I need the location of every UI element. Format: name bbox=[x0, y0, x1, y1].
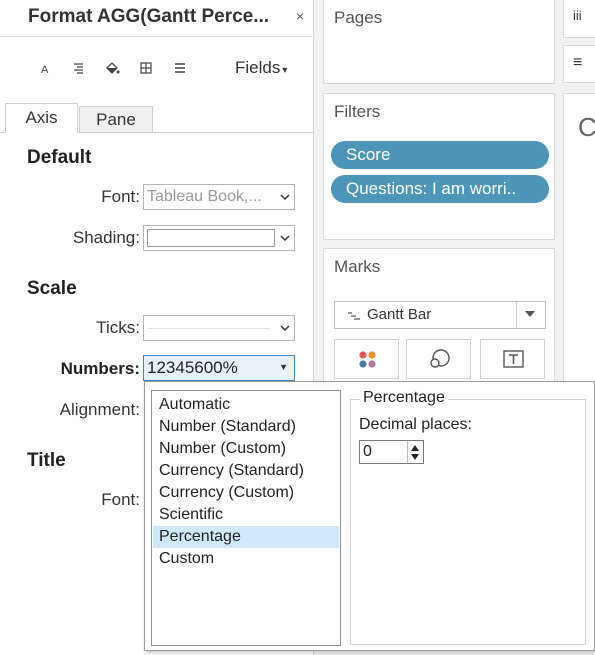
ticks-label: Ticks: bbox=[96, 318, 140, 337]
mark-type-value: Gantt Bar bbox=[367, 306, 432, 323]
default-heading: Default bbox=[27, 147, 92, 168]
title-font-label: Font: bbox=[101, 490, 140, 509]
scale-heading: Scale bbox=[27, 278, 77, 299]
decimal-places-label: Decimal places: bbox=[359, 416, 472, 433]
list-item[interactable]: Custom bbox=[153, 548, 339, 570]
canvas-text: C bbox=[578, 112, 595, 142]
list-item[interactable]: Number (Standard) bbox=[153, 416, 339, 438]
default-font-dropdown[interactable]: Tableau Book,... bbox=[143, 184, 295, 210]
format-pane-title: Format AGG(Gantt Perce... bbox=[28, 6, 270, 27]
arrow-down-icon[interactable] bbox=[411, 454, 419, 460]
percentage-options-group: Percentage Decimal places: 0 bbox=[350, 389, 586, 645]
color-button[interactable] bbox=[334, 339, 399, 379]
shading-format-icon[interactable] bbox=[104, 60, 120, 76]
list-item[interactable]: Automatic bbox=[153, 394, 339, 416]
default-font-value: Tableau Book,... bbox=[147, 188, 262, 205]
arrow-up-icon[interactable] bbox=[411, 445, 419, 451]
shading-label: Shading: bbox=[72, 228, 140, 247]
chevron-down-icon bbox=[280, 235, 290, 242]
tab-axis[interactable]: Axis bbox=[5, 103, 78, 133]
tab-pane[interactable]: Pane bbox=[79, 106, 153, 133]
caret-down-icon: ▼ bbox=[279, 362, 288, 372]
label-icon bbox=[503, 350, 524, 368]
list-item[interactable]: Currency (Custom) bbox=[153, 482, 339, 504]
fields-label: Fields bbox=[235, 58, 281, 77]
group-title: Percentage bbox=[360, 389, 448, 407]
color-icon bbox=[359, 351, 376, 368]
font-format-icon[interactable]: A bbox=[37, 60, 53, 76]
list-item[interactable]: Scientific bbox=[153, 504, 339, 526]
alignment-format-icon[interactable] bbox=[70, 60, 86, 76]
marks-card: Marks Gantt Bar bbox=[323, 248, 555, 398]
caret-down-icon bbox=[525, 311, 535, 317]
pages-title: Pages bbox=[334, 8, 383, 27]
numbers-label: Numbers: bbox=[60, 359, 140, 378]
lines-format-icon[interactable] bbox=[172, 60, 188, 76]
numbers-dropdown[interactable]: 12345600% ▼ bbox=[143, 355, 295, 381]
rows-shelf[interactable]: ≡ bbox=[563, 45, 595, 83]
filters-shelf[interactable]: Filters Score Questions: I am worri.. bbox=[323, 93, 555, 240]
numbers-value: 12345600% bbox=[147, 358, 238, 377]
stepper-buttons[interactable] bbox=[407, 441, 423, 463]
marks-title: Marks bbox=[334, 257, 381, 276]
chevron-down-icon bbox=[280, 325, 290, 332]
list-item[interactable]: Currency (Standard) bbox=[153, 460, 339, 482]
list-item-selected[interactable]: Percentage bbox=[153, 526, 339, 548]
ticks-line-preview bbox=[148, 328, 270, 329]
decimal-places-value: 0 bbox=[363, 443, 372, 460]
list-item[interactable]: Number (Custom) bbox=[153, 438, 339, 460]
close-icon[interactable]: × bbox=[296, 8, 304, 24]
mark-type-dropdown[interactable]: Gantt Bar bbox=[334, 301, 546, 329]
title-heading: Title bbox=[27, 450, 66, 471]
chevron-down-icon bbox=[280, 194, 290, 201]
gantt-bar-icon bbox=[348, 312, 360, 320]
format-type-list[interactable]: Automatic Number (Standard) Number (Cust… bbox=[151, 390, 341, 646]
alignment-label: Alignment: bbox=[59, 400, 140, 419]
shading-swatch bbox=[147, 229, 275, 247]
caret-down-icon: ▾ bbox=[282, 65, 288, 76]
title-divider bbox=[0, 36, 314, 37]
filter-pill[interactable]: Score bbox=[331, 141, 549, 169]
ticks-dropdown[interactable] bbox=[143, 315, 295, 341]
filter-pill[interactable]: Questions: I am worri.. bbox=[331, 175, 549, 203]
number-format-popup: Automatic Number (Standard) Number (Cust… bbox=[144, 381, 595, 651]
columns-shelf[interactable]: iii bbox=[563, 0, 595, 38]
columns-icon: iii bbox=[573, 8, 582, 23]
pages-shelf[interactable]: Pages bbox=[323, 0, 555, 84]
view-canvas[interactable]: C bbox=[563, 93, 595, 393]
dropdown-separator bbox=[516, 302, 517, 328]
borders-format-icon[interactable] bbox=[138, 60, 154, 76]
decimal-places-stepper[interactable]: 0 bbox=[359, 440, 424, 464]
svg-text:A: A bbox=[41, 64, 49, 76]
size-icon bbox=[430, 349, 450, 368]
rows-icon: ≡ bbox=[573, 54, 583, 71]
label-button[interactable] bbox=[480, 339, 545, 379]
fields-dropdown[interactable]: Fields ▾ bbox=[235, 58, 287, 78]
filters-title: Filters bbox=[334, 102, 381, 121]
shading-dropdown[interactable] bbox=[143, 225, 295, 251]
size-button[interactable] bbox=[406, 339, 471, 379]
default-font-label: Font: bbox=[101, 187, 140, 206]
